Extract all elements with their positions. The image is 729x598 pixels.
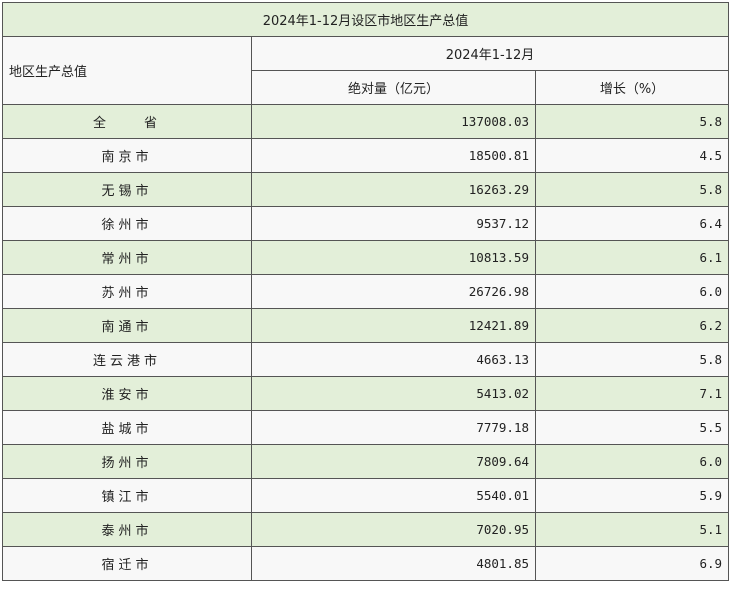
table-row: 宿迁市 4801.85 6.9 — [2, 546, 729, 581]
table-row: 盐城市 7779.18 5.5 — [2, 410, 729, 445]
region-cell: 盐城市 — [2, 410, 252, 445]
table-row: 镇江市 5540.01 5.9 — [2, 478, 729, 513]
growth-cell: 6.0 — [534, 274, 729, 309]
table-row: 南通市 12421.89 6.2 — [2, 308, 729, 343]
growth-cell: 5.8 — [534, 342, 729, 377]
value-cell: 4663.13 — [251, 342, 536, 377]
value-cell: 7779.18 — [251, 410, 536, 445]
value-column-header: 绝对量（亿元） — [251, 70, 536, 105]
growth-cell: 7.1 — [534, 376, 729, 411]
table-row: 南京市 18500.81 4.5 — [2, 138, 729, 173]
growth-cell: 4.5 — [534, 138, 729, 173]
table-row: 徐州市 9537.12 6.4 — [2, 206, 729, 241]
region-cell: 宿迁市 — [2, 546, 252, 581]
value-cell: 12421.89 — [251, 308, 536, 343]
region-cell: 连云港市 — [2, 342, 252, 377]
growth-cell: 5.8 — [534, 172, 729, 207]
region-cell: 淮安市 — [2, 376, 252, 411]
region-cell: 常州市 — [2, 240, 252, 275]
value-cell: 137008.03 — [251, 104, 536, 139]
period-header: 2024年1-12月 — [250, 36, 729, 71]
value-cell: 5540.01 — [251, 478, 536, 513]
value-cell: 4801.85 — [251, 546, 536, 581]
table-row: 常州市 10813.59 6.1 — [2, 240, 729, 275]
growth-cell: 6.0 — [534, 444, 729, 479]
value-cell: 5413.02 — [251, 376, 536, 411]
value-cell: 26726.98 — [251, 274, 536, 309]
value-cell: 7020.95 — [251, 512, 536, 547]
growth-column-header: 增长（%） — [534, 70, 729, 105]
value-cell: 16263.29 — [251, 172, 536, 207]
growth-cell: 5.9 — [534, 478, 729, 513]
region-cell: 南通市 — [2, 308, 252, 343]
growth-cell: 6.9 — [534, 546, 729, 581]
value-cell: 18500.81 — [251, 138, 536, 173]
growth-cell: 6.4 — [534, 206, 729, 241]
region-cell: 扬州市 — [2, 444, 252, 479]
region-cell: 无锡市 — [2, 172, 252, 207]
gdp-table: 2024年1-12月设区市地区生产总值 地区生产总值 2024年1-12月 绝对… — [1, 2, 729, 581]
table-row: 泰州市 7020.95 5.1 — [2, 512, 729, 547]
value-cell: 9537.12 — [251, 206, 536, 241]
table-title: 2024年1-12月设区市地区生产总值 — [1, 2, 729, 37]
growth-cell: 6.2 — [534, 308, 729, 343]
row-header: 地区生产总值 — [2, 36, 252, 105]
table-row: 扬州市 7809.64 6.0 — [2, 444, 729, 479]
growth-cell: 5.8 — [534, 104, 729, 139]
growth-cell: 5.1 — [534, 512, 729, 547]
growth-cell: 5.5 — [534, 410, 729, 445]
region-cell: 徐州市 — [2, 206, 252, 241]
growth-cell: 6.1 — [534, 240, 729, 275]
table-row: 苏州市 26726.98 6.0 — [2, 274, 729, 309]
value-cell: 10813.59 — [251, 240, 536, 275]
table-row: 淮安市 5413.02 7.1 — [2, 376, 729, 411]
region-cell: 苏州市 — [2, 274, 252, 309]
table-row: 连云港市 4663.13 5.8 — [2, 342, 729, 377]
region-cell: 泰州市 — [2, 512, 252, 547]
region-cell: 镇江市 — [2, 478, 252, 513]
region-cell: 全 省 — [2, 104, 252, 139]
region-cell: 南京市 — [2, 138, 252, 173]
table-row: 全 省 137008.03 5.8 — [2, 104, 729, 139]
value-cell: 7809.64 — [251, 444, 536, 479]
table-row: 无锡市 16263.29 5.8 — [2, 172, 729, 207]
